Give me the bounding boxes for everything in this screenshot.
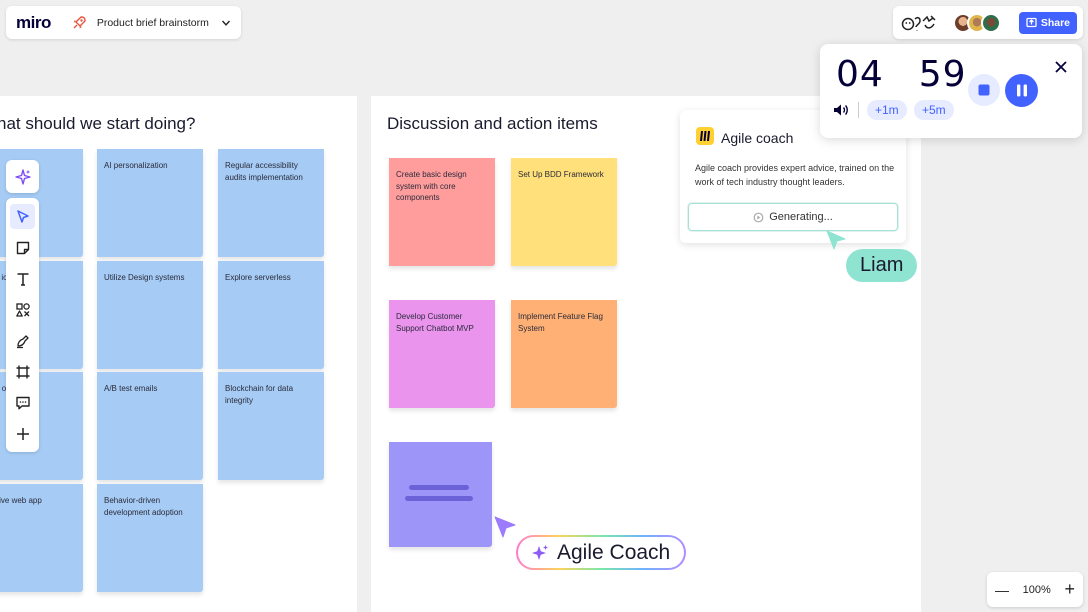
more-tools-button[interactable] — [10, 421, 35, 446]
pen-tool[interactable] — [10, 328, 35, 353]
board-header: miro Product brief brainstorm — [6, 6, 241, 39]
sticky-text: AI personalization — [104, 161, 168, 170]
sticky-text: Develop Customer Support Chatbot MVP — [396, 312, 474, 333]
sparkle-icon — [14, 168, 31, 185]
sticky-note[interactable]: A/B test emails — [97, 372, 203, 480]
text-tool[interactable] — [10, 266, 35, 291]
loading-icon — [753, 212, 764, 222]
shapes-tool[interactable] — [10, 297, 35, 322]
zoom-out-button[interactable]: — — [995, 582, 1009, 598]
zoom-in-button[interactable]: + — [1064, 579, 1075, 600]
coach-title: Agile coach — [721, 130, 794, 146]
reactions-icon[interactable] — [901, 13, 939, 33]
sticky-text: Regular accessibility audits implementat… — [225, 161, 303, 182]
sticky-note[interactable]: Explore serverless — [218, 261, 324, 369]
miro-coach-icon — [696, 127, 714, 145]
generating-status: Generating... — [688, 203, 898, 231]
stop-icon — [978, 84, 990, 96]
cursor-label-liam: Liam — [846, 249, 918, 282]
sticky-text: Utilize Design systems — [104, 273, 185, 282]
chevron-down-icon[interactable] — [221, 18, 231, 28]
pen-icon — [16, 334, 29, 348]
board-title[interactable]: Product brief brainstorm — [97, 17, 209, 29]
sticky-note[interactable]: Regular accessibility audits implementat… — [218, 149, 324, 257]
stop-button[interactable] — [968, 74, 1000, 106]
zoom-control: — 100% + — [987, 572, 1083, 607]
ai-tool-button[interactable] — [6, 160, 39, 193]
sticky-text: Behavior-driven development adoption — [104, 496, 183, 517]
sticky-note[interactable]: Develop Customer Support Chatbot MVP — [389, 300, 495, 408]
sticky-note[interactable]: Blockchain for data integrity — [218, 372, 324, 480]
miro-mark-icon — [700, 131, 710, 141]
sticky-text: Implement Feature Flag System — [518, 312, 603, 333]
select-tool[interactable] — [10, 204, 35, 229]
text-placeholder-icon — [405, 485, 473, 501]
share-button[interactable]: Share — [1018, 11, 1077, 34]
comment-icon — [15, 396, 30, 409]
frame-title: hat should we start doing? — [0, 114, 196, 133]
sticky-note[interactable]: Behavior-driven development adoption — [97, 484, 203, 592]
cursor-label-agile-coach: Agile Coach — [516, 535, 686, 570]
sticky-note-tool[interactable] — [10, 235, 35, 260]
coach-description: Agile coach provides expert advice, trai… — [695, 163, 895, 187]
pause-icon — [1016, 84, 1027, 97]
collaboration-bar: Share — [893, 6, 1083, 39]
plus-icon — [16, 427, 29, 440]
generating-sticky-note[interactable] — [389, 442, 492, 547]
sticky-note[interactable]: Implement Feature Flag System — [511, 300, 617, 408]
sticky-note[interactable]: Utilize Design systems — [97, 261, 203, 369]
pause-button[interactable] — [1005, 74, 1038, 107]
share-icon — [1026, 17, 1037, 28]
sticky-text: Blockchain for data integrity — [225, 384, 294, 405]
share-label: Share — [1040, 16, 1070, 29]
miro-logo[interactable]: miro — [16, 13, 51, 33]
close-icon[interactable] — [1054, 60, 1068, 74]
comment-tool[interactable] — [10, 390, 35, 415]
sticky-text: Explore serverless — [225, 273, 291, 282]
add-1-minute-button[interactable]: +1m — [867, 100, 907, 120]
timer-display: 04 59 — [836, 54, 967, 95]
sticky-text: Create basic design system with core com… — [396, 170, 467, 202]
sparkle-icon — [532, 544, 548, 560]
sticky-note[interactable]: AI personalization — [97, 149, 203, 257]
collaborator-avatars[interactable] — [953, 12, 1001, 33]
avatar[interactable] — [981, 12, 1001, 33]
shapes-icon — [15, 302, 30, 317]
sticky-text: Set Up BDD Framework — [518, 170, 604, 179]
collaborator-cursor-icon — [826, 230, 846, 250]
agile-coach-label: Agile Coach — [557, 540, 671, 564]
timer-widget[interactable]: 04 59 +1m +5m — [820, 44, 1082, 138]
sticky-note[interactable]: Create basic design system with core com… — [389, 158, 495, 266]
frame-tool[interactable] — [10, 359, 35, 384]
timer-seconds: 59 — [918, 54, 967, 95]
sticky-note[interactable]: Set Up BDD Framework — [511, 158, 617, 266]
sticky-text: ressive web app — [0, 496, 42, 505]
ai-cursor-icon — [494, 516, 516, 538]
text-icon — [17, 272, 28, 286]
sticky-note-icon — [16, 241, 29, 254]
sticky-text: A/B test emails — [104, 384, 158, 393]
volume-icon[interactable] — [832, 101, 850, 119]
zoom-level[interactable]: 100% — [1023, 584, 1051, 596]
cursor-arrow-icon — [16, 209, 29, 223]
frame-title: Discussion and action items — [387, 114, 598, 133]
rocket-icon[interactable] — [71, 15, 87, 31]
frame-icon — [16, 365, 29, 378]
divider — [858, 102, 859, 118]
generating-label: Generating... — [769, 211, 833, 223]
timer-minutes: 04 — [836, 54, 884, 95]
add-5-minutes-button[interactable]: +5m — [914, 100, 954, 120]
creation-toolbar — [6, 198, 39, 452]
sticky-note[interactable]: ressive web app — [0, 484, 83, 592]
